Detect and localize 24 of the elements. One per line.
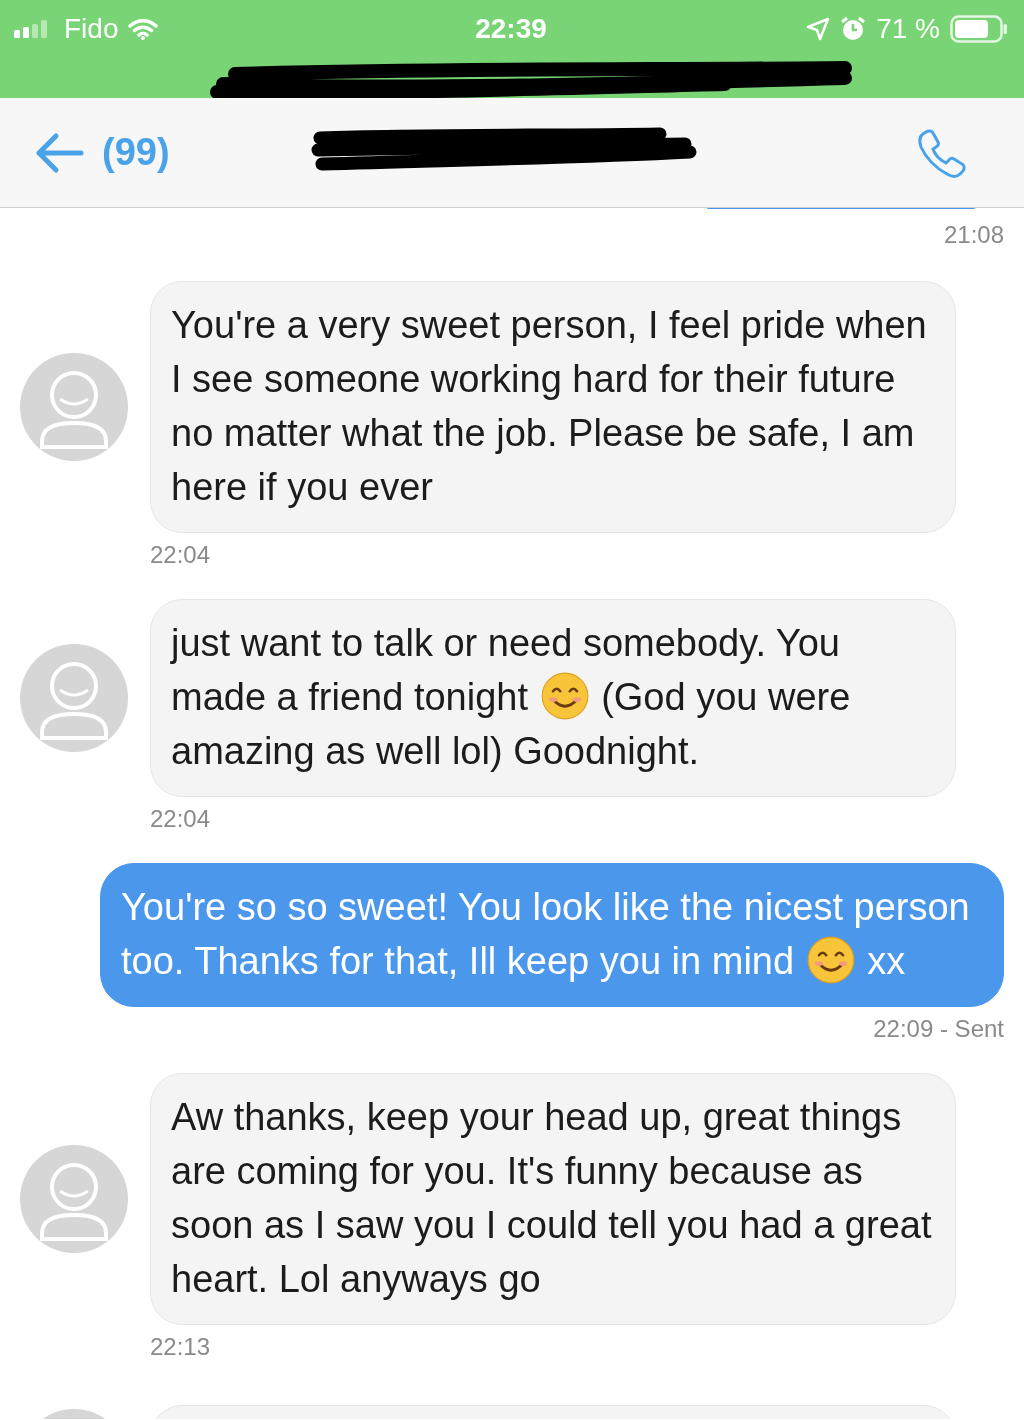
message-text: You're so so sweet! You look like the nicest person too. Thanks for that, Ill keep you in mind xx [121,886,970,982]
phone-icon[interactable] [916,127,966,178]
message-time: 22:04 [150,805,211,833]
smiling-emoji-icon [540,672,589,720]
back-arrow-icon [34,131,84,174]
message-time: 22:09 - Sent [873,1015,1004,1043]
smiling-emoji-icon [806,936,855,984]
battery-icon [950,15,1008,43]
avatar-icon [20,644,128,752]
message-text: Aw thanks, keep your head up, great things are coming for you. It's funny because as soon as I saw you I could tell you had a great heart. Lol anyways go [171,1096,932,1300]
alarm-clock-icon [840,16,867,42]
status-time: 22:39 [475,13,547,45]
avatar-icon [20,353,128,461]
message-text: You're a very sweet person, I feel pride when I see someone working hard for their future no matter what the job. Please be safe, I am here if you ever [171,304,927,508]
message-time: 22:13 [150,1333,211,1361]
carrier-name: Fido [64,13,119,45]
message-text: just want to talk or need somebody. You made a friend tonight (God you were amazing as well lol) Goodnight. [171,622,851,772]
battery-percent: 71 % [876,13,940,45]
message-time: 22:04 [150,541,211,569]
back-button[interactable]: (99) [34,131,170,174]
wifi-icon [128,18,159,40]
avatar-icon [20,1145,128,1253]
message-time: 21:08 [943,221,1004,249]
location-arrow-icon [806,17,831,41]
